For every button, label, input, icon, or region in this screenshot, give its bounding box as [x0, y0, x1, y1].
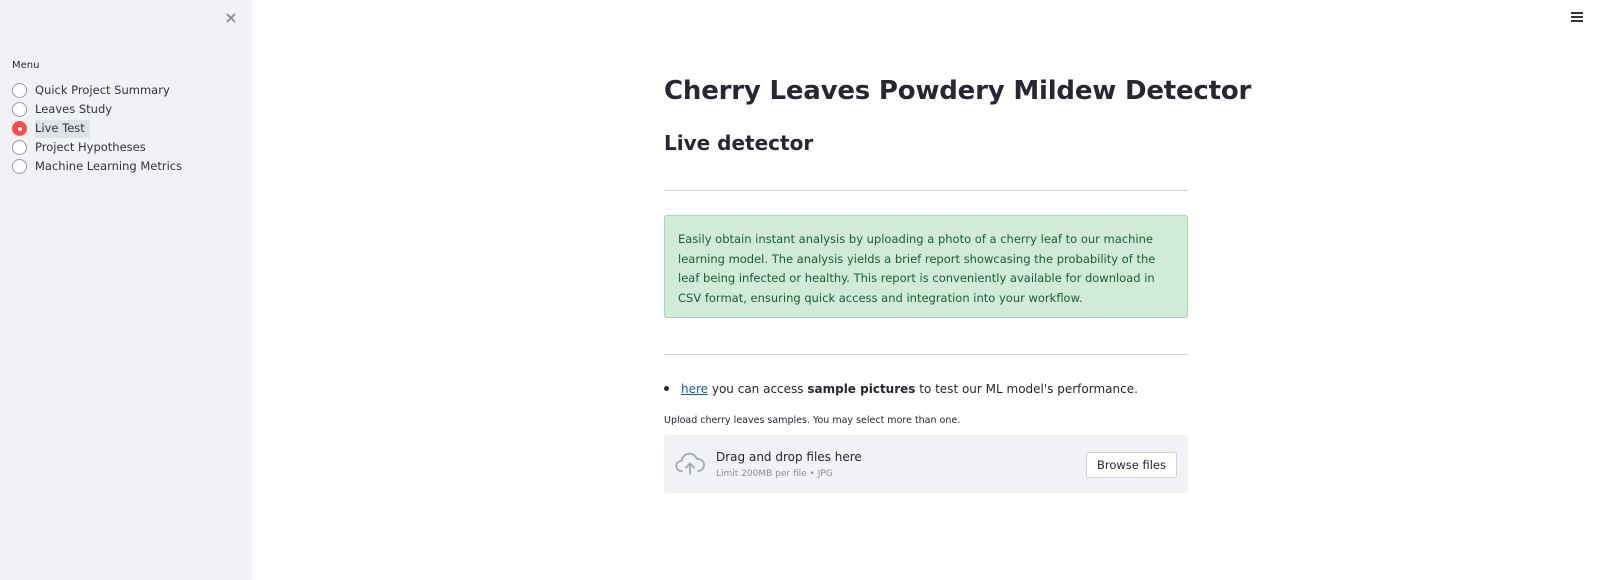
bullet-text-end: to test our ML model's performance.	[915, 382, 1138, 396]
menu-item-label: Machine Learning Metrics	[35, 158, 183, 173]
browse-files-button[interactable]: Browse files	[1085, 452, 1177, 478]
close-sidebar-icon[interactable]: ×	[222, 9, 240, 27]
sample-pictures-link[interactable]: here	[681, 382, 708, 396]
bullet-icon	[664, 386, 669, 391]
subheader: Live detector	[664, 131, 814, 155]
menu-item-label: Quick Project Summary	[35, 82, 170, 97]
file-uploader-label: Upload cherry leaves samples. You may se…	[664, 415, 961, 426]
radio-button-icon[interactable]	[12, 102, 27, 117]
menu-item-label: Leaves Study	[35, 101, 113, 116]
menu-radio-group: Quick Project Summary Leaves Study Live …	[12, 81, 186, 176]
divider	[664, 190, 1188, 191]
menu-item-label: Live Test	[35, 119, 90, 138]
menu-item-machine-learning-metrics[interactable]: Machine Learning Metrics	[12, 157, 186, 176]
radio-button-selected-icon[interactable]	[12, 121, 27, 136]
menu-item-project-hypotheses[interactable]: Project Hypotheses	[12, 138, 186, 157]
divider	[664, 354, 1188, 355]
menu-item-quick-project-summary[interactable]: Quick Project Summary	[12, 81, 186, 100]
file-dropzone[interactable]: Drag and drop files here Limit 200MB per…	[664, 435, 1188, 493]
page-title: Cherry Leaves Powdery Mildew Detector	[664, 76, 1252, 106]
hamburger-menu-icon[interactable]	[1571, 12, 1583, 24]
bullet-text: you can access	[708, 382, 808, 396]
sidebar: × Menu Quick Project Summary Leaves Stud…	[0, 0, 252, 580]
info-text: Easily obtain instant analysis by upload…	[678, 232, 1156, 305]
menu-item-leaves-study[interactable]: Leaves Study	[12, 100, 186, 119]
menu-item-label: Project Hypotheses	[35, 139, 146, 154]
cloud-upload-icon	[675, 452, 705, 475]
dropzone-limit-text: Limit 200MB per file • JPG	[716, 469, 833, 479]
menu-label: Menu	[12, 60, 40, 71]
list-item: here you can access sample pictures to t…	[664, 382, 1138, 396]
bullet-bold-text: sample pictures	[807, 382, 916, 396]
radio-button-icon[interactable]	[12, 83, 27, 98]
info-box: Easily obtain instant analysis by upload…	[664, 215, 1188, 318]
dropzone-title: Drag and drop files here	[716, 450, 862, 464]
radio-button-icon[interactable]	[12, 159, 27, 174]
radio-button-icon[interactable]	[12, 140, 27, 155]
menu-item-live-test[interactable]: Live Test	[12, 119, 186, 138]
